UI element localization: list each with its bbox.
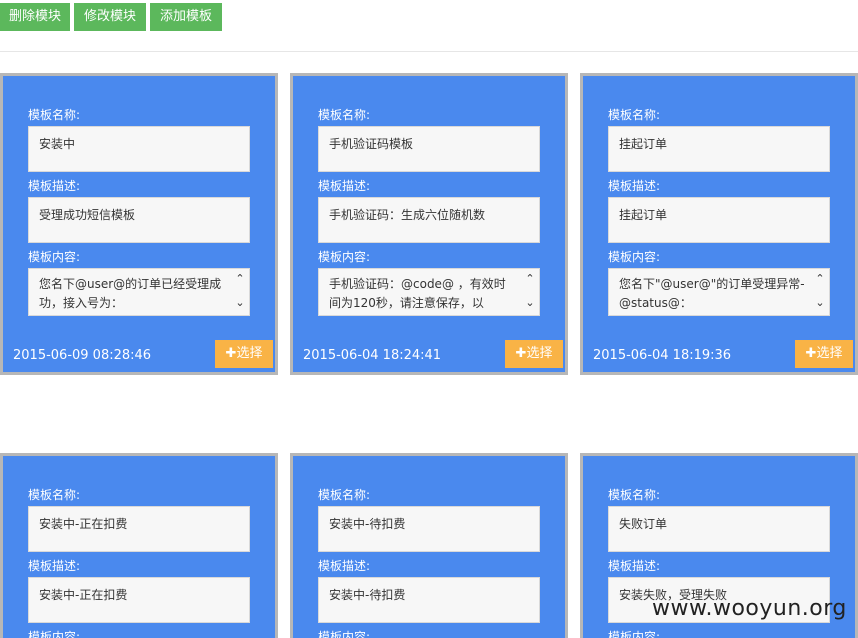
template-card: 模板名称: 手机验证码模板 模板描述: 手机验证码：生成六位随机数 模板内容: … — [290, 73, 568, 375]
template-card: 模板名称: 安装中 模板描述: 受理成功短信模板 模板内容: 您名下@user@… — [0, 73, 278, 375]
name-label: 模板名称: — [318, 488, 371, 502]
select-label: 选择 — [236, 346, 263, 361]
name-label: 模板名称: — [608, 108, 661, 122]
delete-module-button[interactable]: 删除模块 — [0, 3, 70, 31]
created-date: 2015-06-04 18:19:36 — [593, 348, 732, 363]
template-name-field[interactable]: 失败订单 — [608, 506, 830, 552]
template-content-text: 您名下@user@的订单已经受理成功，接入号为： — [39, 277, 222, 310]
template-card: 模板名称: 挂起订单 模板描述: 挂起订单 模板内容: 您名下"@user@"的… — [580, 73, 858, 375]
content-label: 模板内容: — [608, 250, 661, 264]
desc-label: 模板描述: — [28, 559, 81, 573]
edit-module-button[interactable]: 修改模块 — [74, 3, 146, 31]
content-label: 模板内容: — [28, 630, 81, 638]
chevron-up-icon[interactable]: ⌃ — [524, 273, 536, 285]
chevron-down-icon[interactable]: ⌄ — [524, 297, 536, 309]
template-name-field[interactable]: 挂起订单 — [608, 126, 830, 172]
toolbar: 删除模块 修改模块 添加模板 — [0, 0, 858, 52]
template-content-text: 手机验证码：@code@ ，有效时间为120秒，请注意保存，以 — [329, 277, 506, 310]
plus-icon: ✚ — [515, 346, 527, 361]
plus-icon: ✚ — [225, 346, 237, 361]
template-desc-field[interactable]: 挂起订单 — [608, 197, 830, 243]
desc-label: 模板描述: — [318, 559, 371, 573]
name-label: 模板名称: — [608, 488, 661, 502]
name-label: 模板名称: — [318, 108, 371, 122]
template-desc-field[interactable]: 受理成功短信模板 — [28, 197, 250, 243]
template-name-field[interactable]: 安装中-待扣费 — [318, 506, 540, 552]
chevron-up-icon[interactable]: ⌃ — [234, 273, 246, 285]
select-button[interactable]: ✚选择 — [215, 340, 273, 368]
name-label: 模板名称: — [28, 108, 81, 122]
desc-label: 模板描述: — [608, 179, 661, 193]
chevron-down-icon[interactable]: ⌄ — [234, 297, 246, 309]
watermark: www.wooyun.org — [652, 596, 847, 621]
desc-label: 模板描述: — [28, 179, 81, 193]
select-label: 选择 — [816, 346, 843, 361]
template-card: 模板名称: 安装中-待扣费 模板描述: 安装中-待扣费 模板内容: — [290, 453, 568, 638]
created-date: 2015-06-09 08:28:46 — [13, 348, 152, 363]
select-label: 选择 — [526, 346, 553, 361]
scrollbar[interactable]: ⌃ ⌄ — [231, 269, 249, 315]
template-card: 模板名称: 安装中-正在扣费 模板描述: 安装中-正在扣费 模板内容: — [0, 453, 278, 638]
content-label: 模板内容: — [318, 630, 371, 638]
content-label: 模板内容: — [28, 250, 81, 264]
created-date: 2015-06-04 18:24:41 — [303, 348, 442, 363]
name-label: 模板名称: — [28, 488, 81, 502]
template-content-textarea[interactable]: 您名下"@user@"的订单受理异常-@status@： ⌃ ⌄ — [608, 268, 830, 316]
content-label: 模板内容: — [318, 250, 371, 264]
add-template-button[interactable]: 添加模板 — [150, 3, 222, 31]
template-desc-field[interactable]: 手机验证码：生成六位随机数 — [318, 197, 540, 243]
template-desc-field[interactable]: 安装中-正在扣费 — [28, 577, 250, 623]
template-desc-field[interactable]: 安装中-待扣费 — [318, 577, 540, 623]
plus-icon: ✚ — [805, 346, 817, 361]
template-content-textarea[interactable]: 您名下@user@的订单已经受理成功，接入号为： ⌃ ⌄ — [28, 268, 250, 316]
template-content-text: 您名下"@user@"的订单受理异常-@status@： — [619, 277, 805, 310]
desc-label: 模板描述: — [608, 559, 661, 573]
template-name-field[interactable]: 安装中-正在扣费 — [28, 506, 250, 552]
select-button[interactable]: ✚选择 — [505, 340, 563, 368]
chevron-down-icon[interactable]: ⌄ — [814, 297, 826, 309]
select-button[interactable]: ✚选择 — [795, 340, 853, 368]
scrollbar[interactable]: ⌃ ⌄ — [811, 269, 829, 315]
template-content-textarea[interactable]: 手机验证码：@code@ ，有效时间为120秒，请注意保存，以 ⌃ ⌄ — [318, 268, 540, 316]
content-label: 模板内容: — [608, 630, 661, 638]
scrollbar[interactable]: ⌃ ⌄ — [521, 269, 539, 315]
template-name-field[interactable]: 安装中 — [28, 126, 250, 172]
template-name-field[interactable]: 手机验证码模板 — [318, 126, 540, 172]
desc-label: 模板描述: — [318, 179, 371, 193]
chevron-up-icon[interactable]: ⌃ — [814, 273, 826, 285]
